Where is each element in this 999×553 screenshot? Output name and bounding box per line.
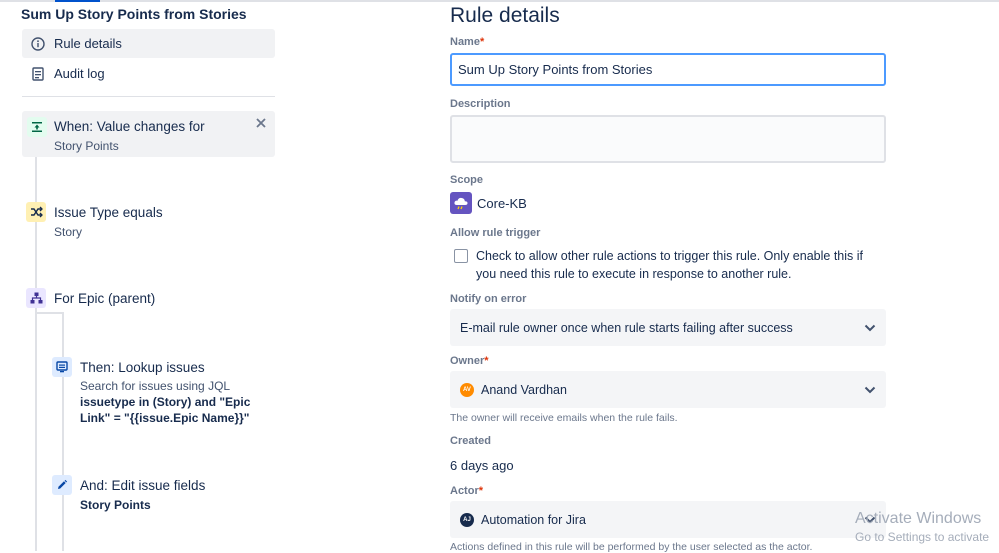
condition-component[interactable]: Issue Type equals Story xyxy=(54,205,163,240)
description-textarea[interactable] xyxy=(450,115,886,163)
rule-nav: Rule details Audit log xyxy=(22,29,275,89)
owner-selected: AV Anand Vardhan xyxy=(460,382,864,397)
condition-subtitle: Story xyxy=(54,225,83,239)
chevron-down-icon xyxy=(864,321,876,335)
actor-helper-text: Actions defined in this rule will be per… xyxy=(450,541,813,553)
actor-select[interactable]: AJ Automation for Jira xyxy=(450,501,886,538)
branch-title: For Epic (parent) xyxy=(54,291,156,306)
lookup-icon xyxy=(52,357,72,377)
nav-item-label: Rule details xyxy=(54,36,122,51)
trigger-title: When: Value changes for xyxy=(54,119,205,134)
pencil-icon xyxy=(52,475,72,495)
allow-trigger-label: Allow rule trigger xyxy=(450,227,541,239)
nav-item-label: Audit log xyxy=(54,66,105,81)
hierarchy-icon xyxy=(26,288,46,308)
owner-helper-text: The owner will receive emails when the r… xyxy=(450,412,678,424)
allow-trigger-row: Check to allow other rule actions to tri… xyxy=(454,247,886,283)
chevron-down-icon xyxy=(864,383,876,397)
actor-selected: AJ Automation for Jira xyxy=(460,512,864,527)
notify-label: Notify on error xyxy=(450,293,527,305)
top-border xyxy=(0,0,999,2)
name-label: Name* xyxy=(450,36,485,48)
nav-divider xyxy=(22,96,275,97)
condition-title: Issue Type equals xyxy=(54,205,163,220)
watermark-subtitle: Go to Settings to activate xyxy=(855,530,990,544)
shuffle-icon xyxy=(26,202,46,222)
owner-avatar: AV xyxy=(460,382,474,397)
lookup-component[interactable]: Then: Lookup issues Search for issues us… xyxy=(80,360,270,426)
created-label: Created xyxy=(450,435,491,447)
notify-selected-value: E-mail rule owner once when rule starts … xyxy=(460,320,793,335)
rule-flow-line xyxy=(35,136,37,551)
watermark-title: Activate Windows xyxy=(855,510,982,527)
activate-windows-watermark: Activate Windows Go to Settings to activ… xyxy=(855,510,989,544)
close-icon[interactable] xyxy=(254,116,268,130)
rule-name-heading: Sum Up Story Points from Stories xyxy=(21,6,247,22)
edit-title: And: Edit issue fields xyxy=(80,478,206,493)
description-label: Description xyxy=(450,98,511,110)
created-value: 6 days ago xyxy=(450,458,514,473)
nav-item-rule-details[interactable]: Rule details xyxy=(22,29,275,58)
actor-label: Actor* xyxy=(450,485,484,497)
edit-field: Story Points xyxy=(80,498,151,512)
owner-name: Anand Vardhan xyxy=(481,382,567,397)
cloud-icon xyxy=(450,192,472,214)
branch-component[interactable]: For Epic (parent) xyxy=(54,291,155,306)
lookup-title: Then: Lookup issues xyxy=(80,360,205,375)
actor-avatar: AJ xyxy=(460,512,474,527)
owner-label: Owner* xyxy=(450,355,489,367)
trigger-subtitle: Story Points xyxy=(54,139,119,153)
notify-select[interactable]: E-mail rule owner once when rule starts … xyxy=(450,309,886,346)
lookup-subtitle: Search for issues using JQL xyxy=(80,379,231,393)
owner-select[interactable]: AV Anand Vardhan xyxy=(450,371,886,408)
document-icon xyxy=(29,65,47,83)
branch-flow-line xyxy=(62,312,64,551)
scope-value: Core-KB xyxy=(450,192,527,214)
allow-trigger-checkbox[interactable] xyxy=(454,249,468,263)
trigger-icon xyxy=(27,117,47,137)
nav-item-audit-log[interactable]: Audit log xyxy=(22,59,275,88)
actor-name: Automation for Jira xyxy=(481,512,586,527)
allow-trigger-text: Check to allow other rule actions to tri… xyxy=(476,249,863,281)
lookup-jql: issuetype in (Story) and "Epic Link" = "… xyxy=(80,395,251,425)
name-input[interactable] xyxy=(450,53,886,86)
branch-connector xyxy=(36,312,63,314)
scope-project-name: Core-KB xyxy=(477,195,527,211)
top-border-accent xyxy=(55,0,100,2)
scope-label: Scope xyxy=(450,174,484,186)
trigger-text: When: Value changes for Story Points xyxy=(54,119,205,154)
page-title: Rule details xyxy=(450,4,560,27)
info-icon xyxy=(29,35,47,53)
edit-component[interactable]: And: Edit issue fields Story Points xyxy=(80,478,205,513)
